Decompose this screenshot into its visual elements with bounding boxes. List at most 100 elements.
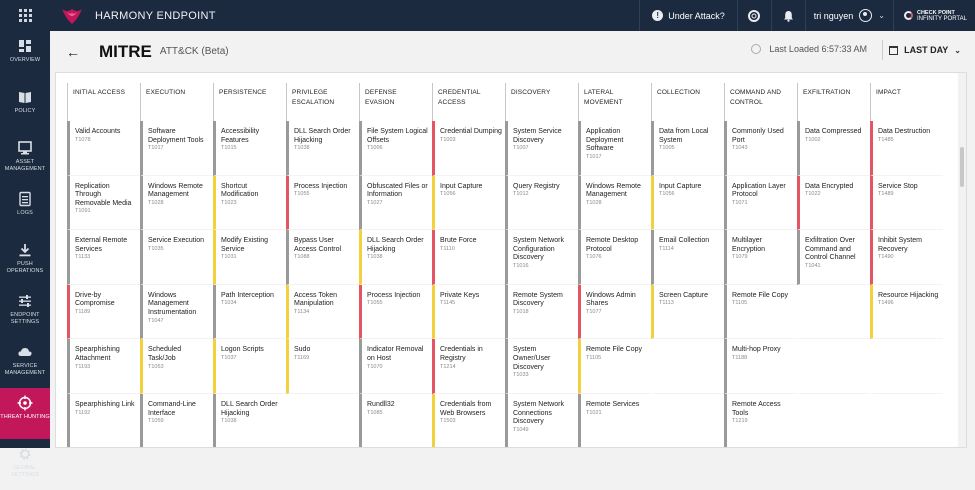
technique-cell[interactable]: Remote System Discovery T1018 — [505, 284, 578, 340]
technique-cell[interactable]: Remote File Copy T1105 — [578, 339, 651, 394]
technique-cell[interactable]: Credential Dumping T1003 — [432, 121, 505, 176]
sidebar-item-service-management[interactable]: SERVICE MANAGEMENT — [0, 337, 50, 388]
technique-cell[interactable]: Credentials from Web Browsers T1503 — [432, 393, 505, 447]
technique-id: T1077 — [586, 308, 602, 315]
technique-name: Shortcut Modification — [221, 182, 259, 199]
technique-cell[interactable]: Path Interception T1034 — [213, 284, 286, 340]
technique-cell[interactable]: DLL Search Order Hijacking T1038 — [359, 230, 432, 285]
technique-cell[interactable]: Windows Remote Management T1028 — [140, 175, 213, 231]
sidebar-item-policy[interactable]: POLICY — [0, 82, 50, 133]
app-launcher-button[interactable] — [0, 0, 50, 31]
technique-cell[interactable]: Software Deployment Tools T1017 — [140, 121, 213, 176]
technique-cell[interactable]: Remote Access Tools T1219 — [724, 393, 797, 447]
technique-cell[interactable]: Scheduled Task/Job T1053 — [140, 339, 213, 394]
technique-cell[interactable]: Input Capture T1056 — [432, 175, 505, 231]
technique-cell[interactable]: Logon Scripts T1037 — [213, 339, 286, 394]
technique-cell[interactable]: Service Execution T1035 — [140, 230, 213, 285]
technique-id: T1169 — [294, 354, 310, 361]
technique-cell[interactable]: Sudo T1169 — [286, 339, 359, 394]
technique-id: T1059 — [148, 418, 164, 425]
technique-cell[interactable]: Bypass User Access Control T1088 — [286, 230, 359, 285]
technique-cell[interactable]: Command-Line Interface T1059 — [140, 393, 213, 447]
technique-cell[interactable]: Process Injection T1055 — [359, 284, 432, 340]
technique-cell[interactable]: System Network Configuration Discovery T1… — [505, 230, 578, 285]
technique-cell[interactable]: Multilayer Encryption T1079 — [724, 230, 797, 285]
technique-cell[interactable]: Valid Accounts T1078 — [67, 121, 140, 176]
sidebar-item-logs[interactable]: LOGS — [0, 184, 50, 235]
technique-cell[interactable]: File System Logical Offsets T1006 — [359, 121, 432, 176]
technique-cell[interactable]: Rundll32 T1085 — [359, 393, 432, 447]
time-range-label: LAST DAY — [904, 45, 949, 55]
sidebar-item-global-settings[interactable]: GLOBAL SETTINGS — [0, 439, 50, 490]
technique-id: T1055 — [367, 300, 383, 307]
sidebar-item-threat-hunting[interactable]: THREAT HUNTING — [0, 388, 50, 439]
technique-id: T1485 — [878, 136, 894, 143]
technique-cell[interactable]: Inhibit System Recovery T1490 — [870, 230, 943, 285]
technique-id: T1007 — [513, 145, 529, 152]
technique-cell[interactable]: External Remote Services T1133 — [67, 230, 140, 285]
technique-cell[interactable]: Service Stop T1489 — [870, 175, 943, 231]
technique-cell[interactable]: Multi-hop Proxy T1188 — [724, 339, 797, 394]
technique-name: Accessibility Features — [221, 128, 260, 144]
technique-cell[interactable]: Drive-by Compromise T1189 — [67, 284, 140, 340]
notifications-button[interactable] — [770, 0, 805, 31]
vertical-scrollbar[interactable] — [958, 73, 966, 447]
technique-name: Sudo — [294, 346, 311, 354]
technique-cell[interactable]: Data from Local System T1005 — [651, 121, 724, 176]
technique-cell[interactable]: Resource Hijacking T1496 — [870, 284, 943, 340]
technique-cell[interactable]: Obfuscated Files or Information T1027 — [359, 175, 432, 231]
technique-cell[interactable]: System Network Connections Discovery T104… — [505, 393, 578, 447]
technique-id: T1038 — [367, 254, 383, 261]
technique-cell[interactable]: Application Deployment Software T1017 — [578, 121, 651, 176]
technique-cell[interactable]: Remote Services T1021 — [578, 393, 651, 447]
technique-cell[interactable]: System Service Discovery T1007 — [505, 121, 578, 176]
sidebar-item-endpoint-settings[interactable]: ENDPOINT SETTINGS — [0, 286, 50, 337]
technique-cell[interactable]: Credentials in Registry T1214 — [432, 339, 505, 394]
technique-cell[interactable]: Process Injection T1055 — [286, 175, 359, 231]
technique-cell[interactable]: Exfiltration Over Command and Control Ch… — [797, 230, 870, 285]
under-attack-button[interactable]: ! Under Attack? — [639, 0, 737, 31]
technique-cell[interactable]: Screen Capture T1113 — [651, 284, 724, 340]
technique-cell[interactable]: Windows Remote Management T1028 — [578, 175, 651, 231]
technique-cell[interactable]: Query Registry T1012 — [505, 175, 578, 231]
sidebar-item-overview[interactable]: OVERVIEW — [0, 31, 50, 82]
technique-cell[interactable]: Data Destruction T1485 — [870, 121, 943, 176]
technique-cell[interactable]: Remote Desktop Protocol T1076 — [578, 230, 651, 285]
technique-name: Credential Dumping — [440, 128, 502, 135]
technique-name: System Network Configuration Discovery — [513, 237, 564, 262]
user-menu[interactable]: tri nguyen ⌄ — [804, 0, 893, 31]
technique-cell[interactable]: Data Encrypted T1022 — [797, 175, 870, 231]
technique-cell[interactable]: Replication Through Removable Media T1091 — [67, 175, 140, 231]
technique-cell[interactable]: Brute Force T1110 — [432, 230, 505, 285]
sidebar-item-push-operations[interactable]: PUSH OPERATIONS — [0, 235, 50, 286]
technique-cell[interactable]: Spearphishing Attachment T1193 — [67, 339, 140, 394]
technique-cell[interactable]: Spearphishing Link T1192 — [67, 393, 140, 447]
technique-cell[interactable]: System Owner/User Discovery T1033 — [505, 339, 578, 394]
technique-cell[interactable]: Shortcut Modification T1023 — [213, 175, 286, 231]
technique-cell[interactable]: Email Collection T1114 — [651, 230, 724, 285]
back-arrow-icon[interactable]: ← — [66, 44, 80, 60]
technique-cell[interactable]: Access Token Manipulation T1134 — [286, 284, 359, 340]
help-button[interactable] — [736, 0, 771, 31]
tactic-header: IMPACT — [870, 83, 943, 121]
technique-cell[interactable]: Windows Management Instrumentation T1047 — [140, 284, 213, 340]
technique-cell[interactable]: Windows Admin Shares T1077 — [578, 284, 651, 340]
time-range-dropdown[interactable]: LAST DAY ⌄ — [882, 40, 967, 60]
technique-name: Private Keys — [440, 291, 480, 299]
technique-name: Access Token Manipulation — [294, 291, 338, 308]
technique-cell[interactable]: Modify Existing Service T1031 — [213, 230, 286, 285]
technique-cell[interactable]: Indicator Removal on Host T1070 — [359, 339, 432, 394]
technique-cell[interactable]: Data Compressed T1002 — [797, 121, 870, 176]
technique-cell[interactable]: DLL Search Order Hijacking T1038 — [213, 393, 286, 447]
scrollbar-thumb[interactable] — [960, 147, 964, 187]
technique-cell[interactable]: Application Layer Protocol T1071 — [724, 175, 797, 231]
sidebar-item-asset-management[interactable]: ASSET MANAGEMENT — [0, 133, 50, 184]
technique-cell[interactable]: Private Keys T1145 — [432, 284, 505, 340]
technique-cell[interactable]: Accessibility Features T1015 — [213, 121, 286, 176]
technique-cell[interactable]: Commonly Used Port T1043 — [724, 121, 797, 176]
loading-spinner-icon — [751, 44, 762, 54]
technique-cell[interactable]: Input Capture T1056 — [651, 175, 724, 231]
technique-cell[interactable]: Remote File Copy T1105 — [724, 284, 797, 340]
technique-name: Inhibit System Recovery — [878, 237, 922, 253]
technique-cell[interactable]: DLL Search Order Hijacking T1038 — [286, 121, 359, 176]
